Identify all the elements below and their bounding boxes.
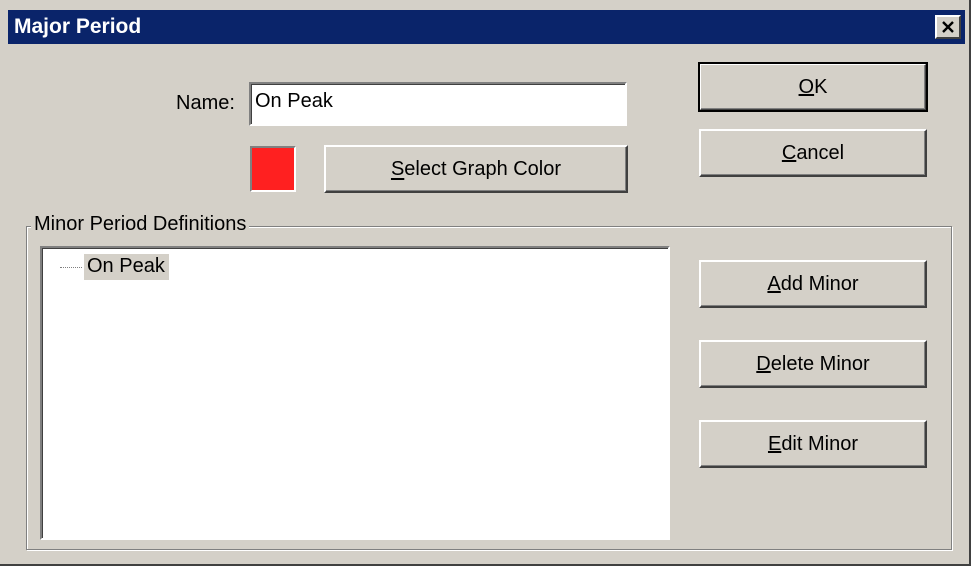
tree-item[interactable]: On Peak xyxy=(60,254,169,280)
edit-minor-button[interactable]: Edit Minor xyxy=(699,420,927,468)
minor-period-tree[interactable]: On Peak xyxy=(40,246,670,540)
major-period-dialog: Major Period Name: On Peak Select Graph … xyxy=(0,0,971,566)
tree-item-label: On Peak xyxy=(84,254,169,280)
name-label: Name: xyxy=(176,92,235,114)
graph-color-fill xyxy=(252,148,294,190)
add-minor-label: Add Minor xyxy=(767,272,859,295)
tree-connector xyxy=(60,266,82,268)
cancel-button-label: Cancel xyxy=(781,141,845,164)
delete-minor-label: Delete Minor xyxy=(756,352,870,375)
name-input[interactable]: On Peak xyxy=(249,82,627,126)
ok-button[interactable]: OK xyxy=(698,62,928,112)
ok-button-label: OK xyxy=(798,75,828,98)
select-graph-color-button[interactable]: Select Graph Color xyxy=(324,145,628,193)
close-button[interactable] xyxy=(935,15,961,39)
window-title: Major Period xyxy=(14,15,142,38)
minor-period-group-label: Minor Period Definitions xyxy=(31,213,250,236)
close-icon xyxy=(942,21,954,33)
select-graph-color-label: Select Graph Color xyxy=(390,157,562,180)
delete-minor-button[interactable]: Delete Minor xyxy=(699,340,927,388)
graph-color-swatch xyxy=(250,146,296,192)
edit-minor-label: Edit Minor xyxy=(767,432,859,455)
cancel-button[interactable]: Cancel xyxy=(699,129,927,177)
title-bar[interactable]: Major Period xyxy=(8,10,965,44)
add-minor-button[interactable]: Add Minor xyxy=(699,260,927,308)
